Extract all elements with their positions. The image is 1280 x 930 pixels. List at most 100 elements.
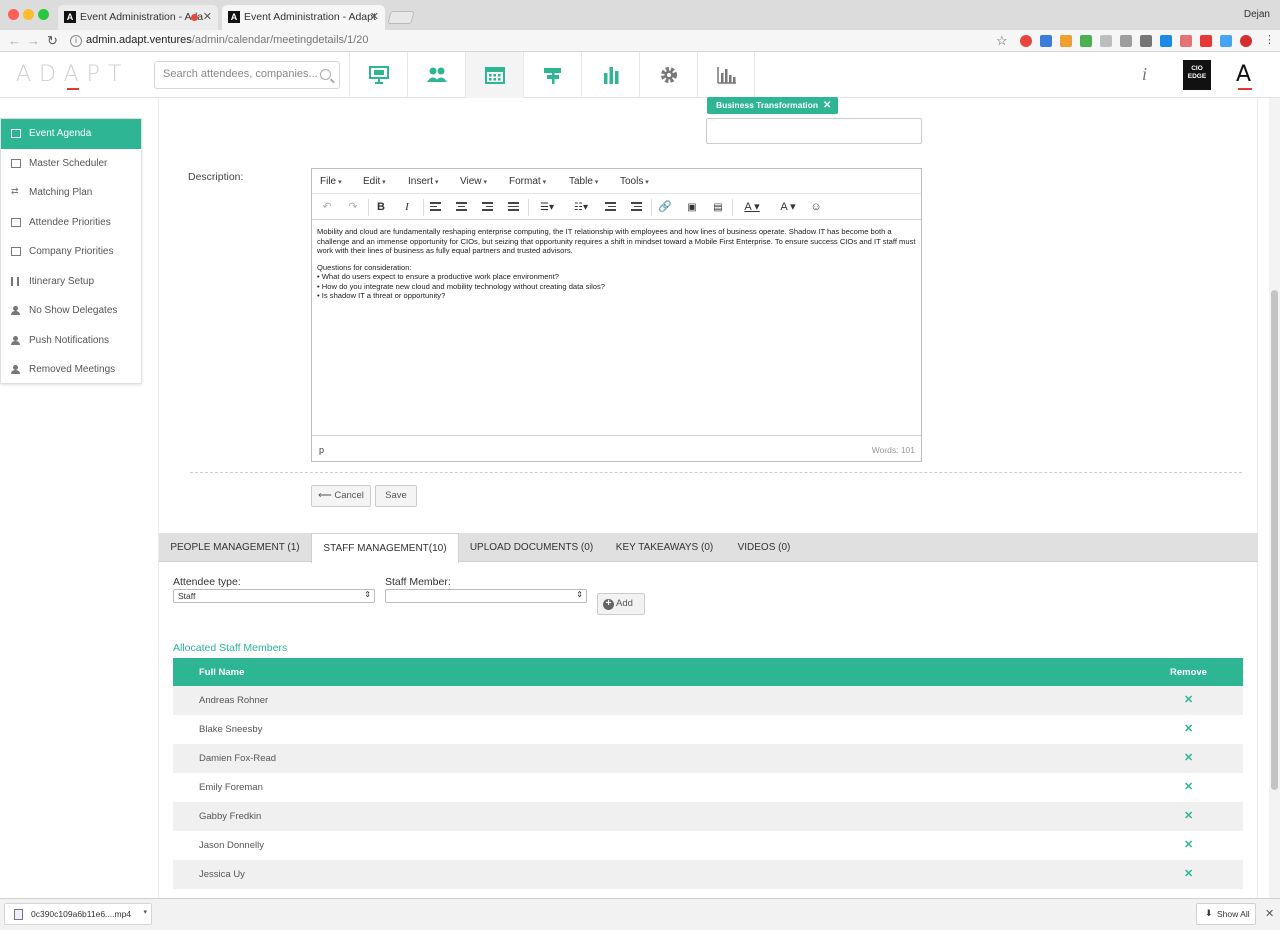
bullet-list-icon[interactable]: ☰▾ <box>534 198 560 217</box>
menu-file[interactable]: File <box>320 176 342 187</box>
browser-tab-1[interactable]: A Event Administration - Ada ✕ <box>58 5 218 30</box>
extension-icon[interactable] <box>1220 35 1232 47</box>
align-center-icon[interactable] <box>456 202 467 211</box>
emoticon-icon[interactable]: ☺ <box>809 198 823 217</box>
reload-icon[interactable]: ↻ <box>47 33 58 49</box>
redo-icon[interactable]: ↷ <box>346 198 360 217</box>
nav-calendar[interactable] <box>465 52 523 98</box>
menu-insert[interactable]: Insert <box>408 176 438 187</box>
staff-member-select[interactable] <box>385 589 587 603</box>
nav-settings[interactable] <box>639 52 697 98</box>
close-tab-icon[interactable]: ✕ <box>203 10 212 23</box>
browser-user-name[interactable]: Dejan <box>1244 9 1270 20</box>
info-icon[interactable]: i <box>70 35 82 47</box>
extension-icon[interactable] <box>1020 35 1032 47</box>
sidebar-item-removed-meetings[interactable]: Removed Meetings <box>1 355 141 385</box>
browser-menu-icon[interactable]: ⋮ <box>1264 33 1275 46</box>
sidebar-item-itinerary-setup[interactable]: Itinerary Setup <box>1 267 141 297</box>
new-tab-button[interactable] <box>387 11 415 24</box>
align-justify-icon[interactable] <box>508 202 519 211</box>
sidebar-item-push-notifications[interactable]: Push Notifications <box>1 326 141 356</box>
menu-tools[interactable]: Tools <box>620 176 649 187</box>
cancel-button[interactable]: ⟵ Cancel <box>311 485 371 507</box>
numbered-list-icon[interactable]: ☷▾ <box>568 198 594 217</box>
attendee-type-select[interactable]: Staff <box>173 589 375 603</box>
brand-logo[interactable]: A <box>1236 62 1251 87</box>
tab-key-takeaways[interactable]: KEY TAKEAWAYS (0) <box>604 533 725 562</box>
browser-tab-2[interactable]: A Event Administration - Adapt ✕ <box>222 5 385 30</box>
url-input[interactable]: i admin.adapt.ventures/admin/calendar/me… <box>66 32 1006 50</box>
menu-table[interactable]: Table <box>569 176 598 187</box>
back-arrow-icon[interactable]: ← <box>8 33 21 48</box>
menu-format[interactable]: Format <box>509 176 546 187</box>
tag-input[interactable] <box>706 118 922 144</box>
image-icon[interactable]: ▣ <box>685 198 699 217</box>
remove-icon[interactable]: ✕ <box>1184 722 1193 735</box>
sidebar-item-attendee-priorities[interactable]: Attendee Priorities <box>1 208 141 238</box>
add-staff-button[interactable]: + Add <box>597 593 645 615</box>
nav-people[interactable] <box>407 52 465 98</box>
nav-bar-chart[interactable] <box>581 52 639 98</box>
outdent-icon[interactable] <box>605 202 616 211</box>
remove-icon[interactable]: ✕ <box>1184 693 1193 706</box>
remove-icon[interactable]: ✕ <box>1184 751 1193 764</box>
cio-edge-logo[interactable]: CIO EDGE <box>1183 60 1211 90</box>
remove-tag-icon[interactable]: ✕ <box>823 100 831 111</box>
link-icon[interactable]: 🔗 <box>658 198 672 217</box>
remove-icon[interactable]: ✕ <box>1184 780 1193 793</box>
scrollbar-thumb[interactable] <box>1271 290 1278 790</box>
adapt-logo[interactable]: ADAPT <box>16 62 129 87</box>
download-item[interactable]: 0c390c109a6b11e6....mp4 ▾ <box>4 903 152 925</box>
maximize-window-button[interactable] <box>38 9 49 20</box>
nav-analytics[interactable] <box>697 52 755 98</box>
extension-icon[interactable] <box>1060 35 1072 47</box>
close-window-button[interactable] <box>8 9 19 20</box>
extension-icon[interactable] <box>1160 35 1172 47</box>
extension-icon[interactable] <box>1040 35 1052 47</box>
bookmark-star-icon[interactable]: ☆ <box>996 33 1008 49</box>
sidebar-item-company-priorities[interactable]: Company Priorities <box>1 237 141 267</box>
save-button[interactable]: Save <box>375 485 417 507</box>
extension-icon[interactable] <box>1120 35 1132 47</box>
editor-content[interactable]: Mobility and cloud are fundamentally res… <box>317 227 917 301</box>
nav-signpost[interactable] <box>523 52 581 98</box>
show-all-downloads-button[interactable]: ⬇ Show All <box>1196 903 1256 925</box>
tab-videos[interactable]: VIDEOS (0) <box>725 533 803 562</box>
text-color-icon[interactable]: A ▾ <box>738 198 766 217</box>
search-input[interactable]: Search attendees, companies... <box>154 61 340 89</box>
info-icon[interactable]: i <box>1142 64 1147 85</box>
tab-staff-management[interactable]: STAFF MANAGEMENT(10) <box>311 533 459 563</box>
media-icon[interactable]: ▤ <box>711 198 725 217</box>
extension-icon[interactable] <box>1140 35 1152 47</box>
sidebar-item-master-scheduler[interactable]: Master Scheduler <box>1 149 141 179</box>
close-icon[interactable]: ✕ <box>1265 907 1274 920</box>
remove-icon[interactable]: ✕ <box>1184 809 1193 822</box>
extension-icon[interactable] <box>1240 35 1252 47</box>
extension-icon[interactable] <box>1100 35 1112 47</box>
chevron-down-icon[interactable]: ▾ <box>143 908 147 916</box>
sidebar-item-event-agenda[interactable]: Event Agenda <box>1 119 141 149</box>
extension-icon[interactable] <box>1180 35 1192 47</box>
minimize-window-button[interactable] <box>23 9 34 20</box>
remove-icon[interactable]: ✕ <box>1184 867 1193 880</box>
forward-arrow-icon[interactable]: → <box>27 33 40 48</box>
align-left-icon[interactable] <box>430 202 441 211</box>
close-tab-icon[interactable]: ✕ <box>370 10 379 23</box>
tab-people-management[interactable]: PEOPLE MANAGEMENT (1) <box>159 533 311 562</box>
extension-icon[interactable] <box>1080 35 1092 47</box>
search-icon[interactable] <box>320 69 331 80</box>
undo-icon[interactable]: ↶ <box>320 198 334 217</box>
align-right-icon[interactable] <box>482 202 493 211</box>
element-path[interactable]: p <box>319 445 324 455</box>
indent-icon[interactable] <box>631 202 642 211</box>
extension-icon[interactable] <box>1200 35 1212 47</box>
italic-icon[interactable]: I <box>400 198 414 217</box>
remove-icon[interactable]: ✕ <box>1184 838 1193 851</box>
menu-edit[interactable]: Edit <box>363 176 386 187</box>
menu-view[interactable]: View <box>460 176 487 187</box>
background-color-icon[interactable]: A ▾ <box>774 198 802 217</box>
sidebar-item-no-show-delegates[interactable]: No Show Delegates <box>1 296 141 326</box>
sidebar-item-matching-plan[interactable]: ⇄ Matching Plan <box>1 178 141 208</box>
nav-presentation[interactable] <box>349 52 407 98</box>
bold-icon[interactable]: B <box>374 198 388 217</box>
